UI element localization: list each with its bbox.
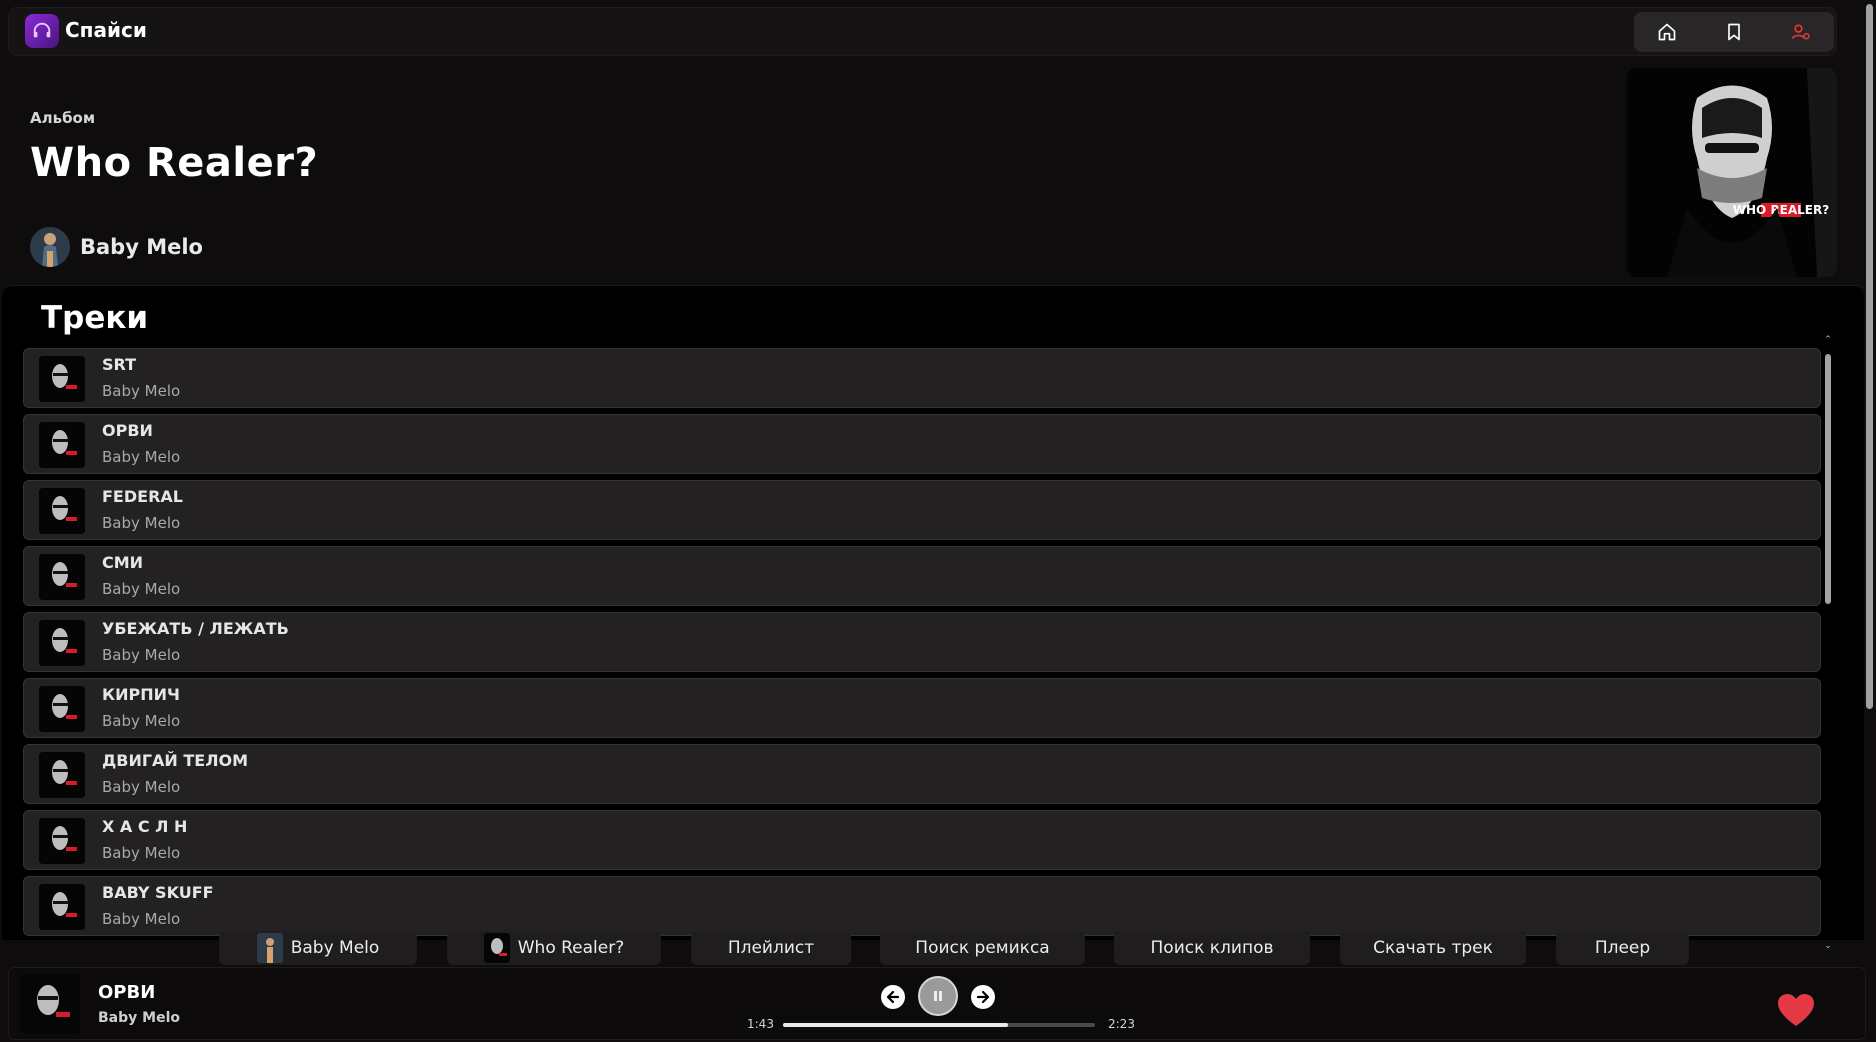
track-cover — [39, 752, 85, 798]
arrow-left-icon — [886, 990, 900, 1004]
now-playing-title: ОРВИ — [98, 982, 156, 1003]
tracks-heading: Треки — [41, 300, 149, 336]
tracks-panel: Треки SRT Baby Melo ОРВИ Baby Melo FEDERAL Ba… — [2, 285, 1864, 951]
track-artist: Baby Melo — [102, 910, 181, 928]
track-title: Х А С Л Н — [102, 817, 188, 836]
track-cover — [39, 884, 85, 930]
track-title: ОРВИ — [102, 421, 153, 440]
progress-fill — [783, 1023, 1008, 1027]
album-thumb — [483, 933, 510, 963]
album-title: Who Realer? — [30, 140, 319, 186]
track-title: ДВИГАЙ ТЕЛОМ — [102, 751, 249, 770]
page-scrollbar[interactable] — [1864, 0, 1876, 1042]
player-bar: ОРВИ Baby Melo 1:43 2:23 — [8, 967, 1866, 1040]
track-row[interactable]: СМИ Baby Melo — [23, 546, 1821, 606]
track-cover — [39, 356, 85, 402]
app-name: Спайси — [65, 18, 147, 42]
now-playing-cover — [20, 974, 80, 1034]
bookmarks-button[interactable] — [1718, 16, 1750, 48]
track-row[interactable]: SRT Baby Melo — [23, 348, 1821, 408]
album-button[interactable]: Who Realer? — [447, 931, 661, 965]
artist-thumb — [256, 933, 283, 963]
track-row[interactable]: УБЕЖАТЬ / ЛЕЖАТЬ Baby Melo — [23, 612, 1821, 672]
track-artist: Baby Melo — [102, 646, 181, 664]
track-cover — [39, 818, 85, 864]
track-row[interactable]: ДВИГАЙ ТЕЛОМ Baby Melo — [23, 744, 1821, 804]
user-settings-icon — [1791, 24, 1810, 40]
album-artist-link[interactable]: Baby Melo — [30, 227, 203, 267]
track-title: УБЕЖАТЬ / ЛЕЖАТЬ — [102, 619, 289, 638]
home-icon — [1658, 23, 1676, 41]
top-bar: Спайси — [8, 7, 1837, 56]
download-track-button[interactable]: Скачать трек — [1340, 931, 1526, 965]
track-cover — [39, 422, 85, 468]
track-cover — [39, 488, 85, 534]
track-artist: Baby Melo — [102, 844, 181, 862]
album-artist-name: Baby Melo — [80, 235, 203, 259]
page-scroll-thumb[interactable] — [1866, 4, 1873, 709]
track-cover — [39, 554, 85, 600]
track-title: FEDERAL — [102, 487, 183, 506]
next-button[interactable] — [971, 985, 995, 1009]
track-artist: Baby Melo — [102, 778, 181, 796]
track-artist: Baby Melo — [102, 448, 181, 466]
scroll-up-arrow-icon[interactable]: ⌃ — [1824, 336, 1832, 345]
track-row[interactable]: FEDERAL Baby Melo — [23, 480, 1821, 540]
track-cover — [39, 686, 85, 732]
track-row[interactable]: КИРПИЧ Baby Melo — [23, 678, 1821, 738]
track-artist: Baby Melo — [102, 580, 181, 598]
app-logo-icon[interactable] — [25, 14, 59, 48]
previous-button[interactable] — [881, 985, 905, 1009]
pause-icon — [934, 991, 942, 1001]
track-artist: Baby Melo — [102, 382, 181, 400]
tracks-scrollbar[interactable]: ⌃ ⌄ — [1824, 336, 1832, 951]
track-artist: Baby Melo — [102, 514, 181, 532]
home-button[interactable] — [1651, 16, 1683, 48]
track-title: BABY SKUFF — [102, 883, 214, 902]
track-row[interactable]: Х А С Л Н Baby Melo — [23, 810, 1821, 870]
nav-group — [1634, 12, 1834, 52]
pause-button[interactable] — [918, 976, 958, 1016]
heart-icon — [1778, 994, 1814, 1026]
progress-bar[interactable] — [783, 1023, 1095, 1027]
track-cover — [39, 620, 85, 666]
app-window: Спайси Альбом Who Realer? Baby Melo WHO … — [0, 0, 1876, 1042]
playlist-button[interactable]: Плейлист — [691, 931, 851, 965]
track-title: СМИ — [102, 553, 144, 572]
current-time: 1:43 — [747, 1017, 774, 1031]
album-button-label: Who Realer? — [517, 938, 625, 958]
clip-search-button[interactable]: Поиск клипов — [1114, 931, 1310, 965]
track-row[interactable]: BABY SKUFF Baby Melo — [23, 876, 1821, 936]
album-cover: WHO REALER? — [1627, 68, 1837, 277]
player-button[interactable]: Плеер — [1556, 931, 1689, 965]
track-artist: Baby Melo — [102, 712, 181, 730]
track-title: SRT — [102, 355, 137, 374]
profile-button[interactable] — [1785, 16, 1817, 48]
track-list: SRT Baby Melo ОРВИ Baby Melo FEDERAL Baby Mel… — [23, 348, 1821, 942]
like-button[interactable] — [1776, 992, 1816, 1028]
total-time: 2:23 — [1108, 1017, 1135, 1031]
artist-button-label: Baby Melo — [290, 938, 380, 958]
bookmark-icon — [1728, 23, 1740, 41]
cover-title-text: WHO REALER? — [1733, 203, 1829, 217]
artist-button[interactable]: Baby Melo — [219, 931, 417, 965]
arrow-right-icon — [976, 990, 990, 1004]
album-type-label: Альбом — [30, 109, 96, 127]
tracks-scroll-thumb[interactable] — [1825, 354, 1831, 604]
remix-search-button[interactable]: Поиск ремикса — [880, 931, 1085, 965]
action-bar: Baby Melo Who Realer? Плейлист Поиск рем… — [0, 931, 1864, 967]
track-title: КИРПИЧ — [102, 685, 180, 704]
track-row[interactable]: ОРВИ Baby Melo — [23, 414, 1821, 474]
now-playing-artist: Baby Melo — [98, 1010, 180, 1026]
artist-avatar — [30, 227, 70, 267]
